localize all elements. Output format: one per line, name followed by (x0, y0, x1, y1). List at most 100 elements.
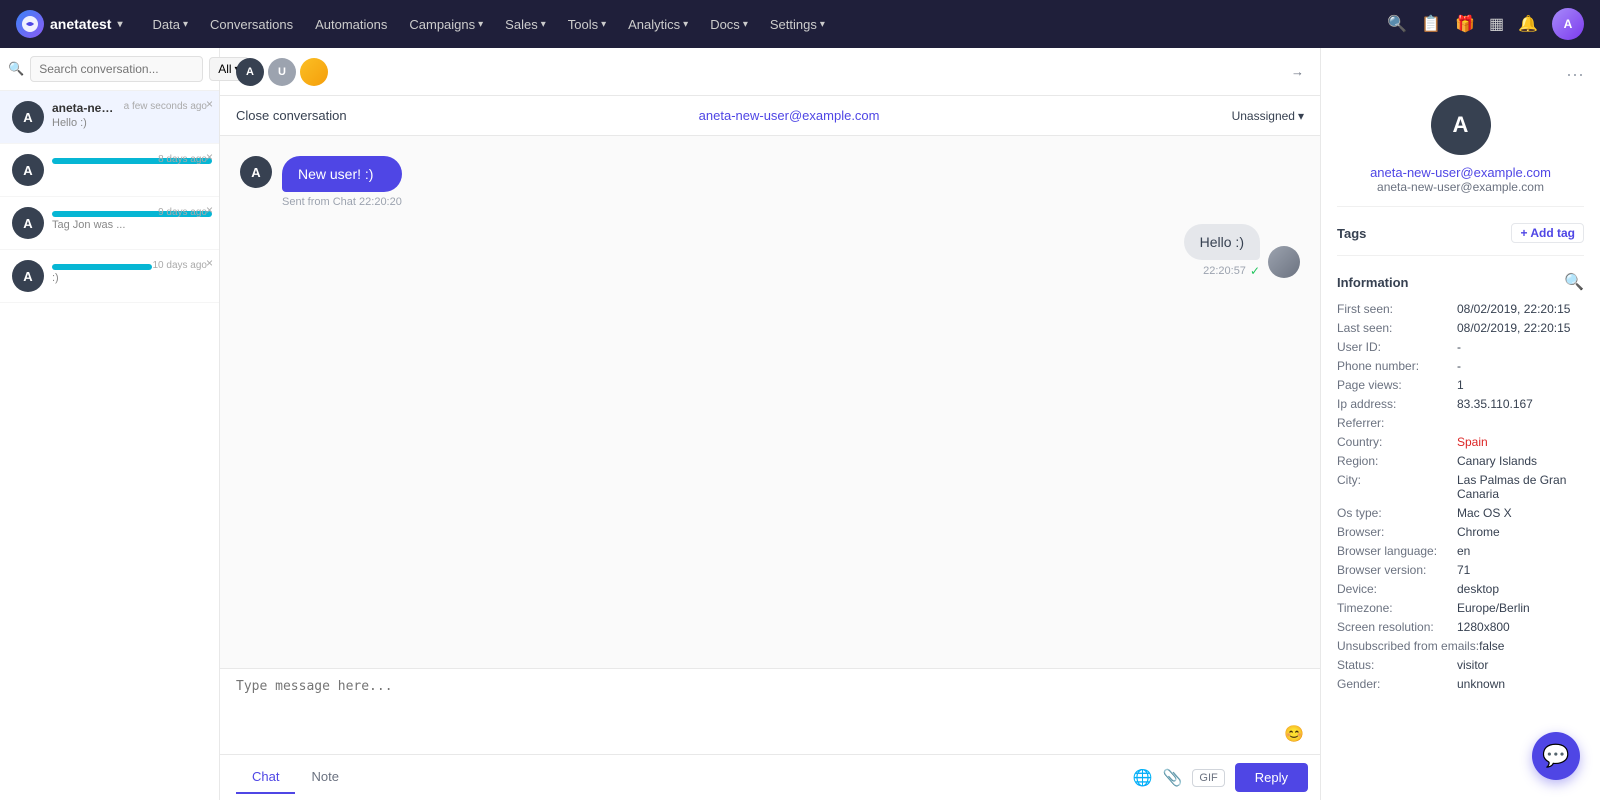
emoji-input-icon[interactable]: 😊 (1284, 724, 1304, 744)
agent-avatar-u: U (268, 58, 296, 86)
search-input[interactable] (30, 56, 203, 82)
conversation-email: aneta-new-user@example.com (699, 108, 880, 123)
conv-close-button[interactable]: × (206, 97, 213, 111)
more-options-button[interactable]: ··· (1337, 64, 1584, 85)
message-outgoing: Hello :) 22:20:57 ✓ (240, 224, 1300, 278)
nav-analytics[interactable]: Analytics ▾ (618, 11, 698, 38)
attr-phone: Phone number: - (1337, 359, 1584, 373)
conv-name: aneta-new-user@example.com (52, 101, 116, 115)
conv-time: 9 days ago (158, 207, 207, 218)
user-avatar[interactable]: A (1552, 8, 1584, 40)
message-bubble: Hello :) (1184, 224, 1260, 260)
message-text: New user! :) (298, 166, 373, 182)
nav-tools[interactable]: Tools ▾ (558, 11, 616, 38)
info-search-icon[interactable]: 🔍 (1564, 272, 1584, 292)
document-icon[interactable]: 📋 (1421, 14, 1441, 34)
conv-close-button[interactable]: × (206, 256, 213, 270)
nav-conversations[interactable]: Conversations (200, 11, 303, 38)
assignee-button[interactable]: Unassigned ▾ (1232, 109, 1304, 123)
app-logo[interactable]: anetatest ▾ (16, 10, 123, 38)
conversation-item[interactable]: A aneta-new-user@example.com Hello :) a … (0, 91, 219, 144)
outgoing-avatar (1268, 246, 1300, 278)
message-input[interactable] (236, 679, 1304, 719)
nav-automations[interactable]: Automations (305, 11, 397, 38)
attr-region: Region: Canary Islands (1337, 454, 1584, 468)
avatar: A (12, 154, 44, 186)
attributes-list: First seen: 08/02/2019, 22:20:15 Last se… (1337, 302, 1584, 691)
attr-gender: Gender: unknown (1337, 677, 1584, 691)
conv-preview: Hello :) (52, 117, 116, 129)
chat-header: A U → (220, 48, 1320, 96)
nav-settings[interactable]: Settings ▾ (760, 11, 835, 38)
conv-details: :) (52, 260, 145, 284)
search-icon[interactable]: 🔍 (1387, 14, 1407, 34)
conv-close-button[interactable]: × (206, 150, 213, 164)
conv-label-bar (52, 264, 152, 270)
expand-icon[interactable]: → (1291, 64, 1304, 79)
chat-widget-button[interactable]: 💬 (1532, 732, 1580, 780)
agent-avatars: A U (236, 58, 328, 86)
nav-data[interactable]: Data ▾ (143, 11, 199, 38)
attr-status: Status: visitor (1337, 658, 1584, 672)
contact-right-panel: ··· A aneta-new-user@example.com aneta-n… (1320, 48, 1600, 800)
sidebar-search-bar: 🔍 All ▾ (0, 48, 219, 91)
conversation-sidebar: 🔍 All ▾ A aneta-new-user@example.com Hel… (0, 48, 220, 800)
message-avatar: A (240, 156, 272, 188)
conv-time: 10 days ago (153, 260, 208, 271)
chat-widget-icon: 💬 (1542, 743, 1569, 769)
contact-email-sub: aneta-new-user@example.com (1337, 180, 1584, 194)
attr-first-seen: First seen: 08/02/2019, 22:20:15 (1337, 302, 1584, 316)
message-incoming: A New user! :) Sent from Chat 22:20:20 (240, 156, 1300, 208)
message-bubble: New user! :) (282, 156, 402, 192)
bell-icon[interactable]: 🔔 (1518, 14, 1538, 34)
conversation-list: A aneta-new-user@example.com Hello :) a … (0, 91, 219, 800)
attr-unsub: Unsubscribed from emails: false (1337, 639, 1584, 653)
agent-avatar-photo (300, 58, 328, 86)
attr-country: Country: Spain (1337, 435, 1584, 449)
conversation-item[interactable]: A :) 10 days ago × (0, 250, 219, 303)
attr-device: Device: desktop (1337, 582, 1584, 596)
avatar: A (12, 101, 44, 133)
reply-button[interactable]: Reply (1235, 763, 1308, 792)
conv-close-button[interactable]: × (206, 203, 213, 217)
chat-toolbar-right: 🌐 📎 GIF Reply (1121, 755, 1320, 800)
grid-icon[interactable]: ▦ (1489, 14, 1504, 34)
gift-icon[interactable]: 🎁 (1455, 14, 1475, 34)
tab-chat[interactable]: Chat (236, 761, 295, 794)
search-icon-small: 🔍 (8, 61, 24, 77)
info-header: Information 🔍 (1337, 272, 1584, 292)
message-content: New user! :) Sent from Chat 22:20:20 (282, 156, 402, 208)
attr-screen: Screen resolution: 1280x800 (1337, 620, 1584, 634)
tab-note[interactable]: Note (295, 761, 354, 794)
app-chevron: ▾ (117, 19, 122, 30)
nav-sales[interactable]: Sales ▾ (495, 11, 556, 38)
globe-icon[interactable]: 🌐 (1133, 768, 1153, 788)
nav-docs[interactable]: Docs ▾ (700, 11, 758, 38)
avatar: A (12, 207, 44, 239)
conv-preview: Tag Jon was ... (52, 219, 150, 231)
chat-area: A U → Close conversation aneta-new-user@… (220, 48, 1320, 800)
chevron-icon: ▾ (1298, 109, 1304, 123)
tags-label: Tags (1337, 226, 1366, 241)
contact-email-link[interactable]: aneta-new-user@example.com (1337, 165, 1584, 180)
app-name: anetatest (50, 16, 111, 32)
attr-browser: Browser: Chrome (1337, 525, 1584, 539)
add-tag-button[interactable]: + Add tag (1511, 223, 1584, 243)
attachment-icon[interactable]: 📎 (1162, 768, 1182, 788)
main-content: 🔍 All ▾ A aneta-new-user@example.com Hel… (0, 48, 1600, 800)
tags-header: Tags + Add tag (1337, 223, 1584, 243)
conversation-item[interactable]: A 8 days ago × (0, 144, 219, 197)
attr-page-views: Page views: 1 (1337, 378, 1584, 392)
chat-tabs: Chat Note (220, 761, 1121, 794)
attr-timezone: Timezone: Europe/Berlin (1337, 601, 1584, 615)
conv-details: aneta-new-user@example.com Hello :) (52, 101, 116, 129)
gif-button[interactable]: GIF (1192, 769, 1224, 787)
chat-input-area: 😊 (220, 668, 1320, 754)
message-content-right: Hello :) 22:20:57 ✓ (1184, 224, 1260, 278)
conv-time: 8 days ago (158, 154, 207, 165)
nav-campaigns[interactable]: Campaigns ▾ (399, 11, 493, 38)
close-conversation-button[interactable]: Close conversation (236, 108, 347, 123)
conversation-item[interactable]: A Tag Jon was ... 9 days ago × (0, 197, 219, 250)
attr-last-seen: Last seen: 08/02/2019, 22:20:15 (1337, 321, 1584, 335)
agent-avatar-a: A (236, 58, 264, 86)
